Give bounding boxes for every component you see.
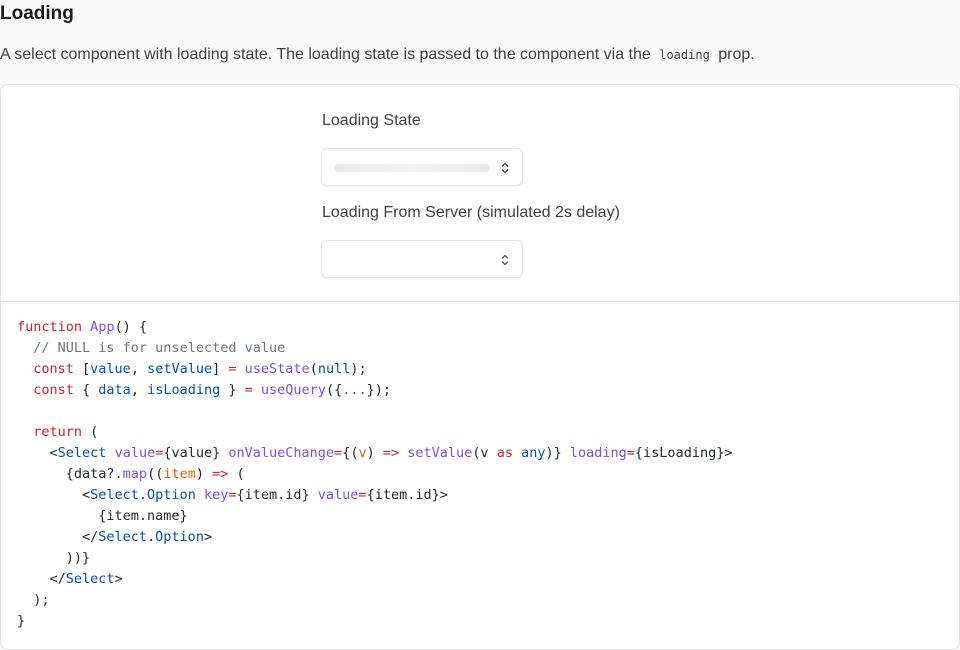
loading-state-label: Loading State	[322, 112, 421, 129]
code-line: {item.name}	[17, 508, 188, 524]
page-title: Loading	[0, 3, 74, 24]
page-description: A select component with loading state. T…	[0, 46, 755, 64]
code-line: </Select>	[17, 571, 123, 587]
loading-from-server-select[interactable]	[321, 240, 523, 278]
description-suffix: prop.	[718, 46, 755, 63]
code-line: {data?.map((item) => (	[17, 466, 245, 482]
code-line: // NULL is for unselected value	[33, 340, 286, 356]
description-text: A select component with loading state. T…	[0, 46, 651, 63]
code-line: return (	[33, 424, 99, 440]
code-line: }	[17, 613, 26, 629]
code-line: function App() {	[17, 319, 148, 335]
inline-code-loading: loading	[659, 48, 710, 62]
loading-skeleton	[334, 164, 490, 172]
preview-area: Loading State Loading From Server (simul…	[1, 85, 959, 302]
code-line: ))}	[17, 550, 91, 566]
code-block: function App() { // NULL is for unselect…	[1, 303, 959, 649]
code-line: <Select value={value} onValueChange={(v)…	[17, 445, 733, 461]
code-line: const [value, setValue] = useState(null)…	[33, 361, 367, 377]
code-line: const { data, isLoading } = useQuery({..…	[33, 382, 391, 398]
code-listing: function App() { // NULL is for unselect…	[17, 317, 732, 632]
code-line: </Select.Option>	[17, 529, 213, 545]
chevron-updown-icon	[501, 254, 509, 266]
chevron-updown-icon	[501, 162, 509, 174]
loading-from-server-label: Loading From Server (simulated 2s delay)	[322, 204, 620, 221]
code-line: <Select.Option key={item.id} value={item…	[17, 487, 448, 503]
code-line: );	[17, 592, 50, 608]
loading-state-select[interactable]	[321, 148, 523, 186]
example-card: Loading State Loading From Server (simul…	[0, 84, 960, 650]
